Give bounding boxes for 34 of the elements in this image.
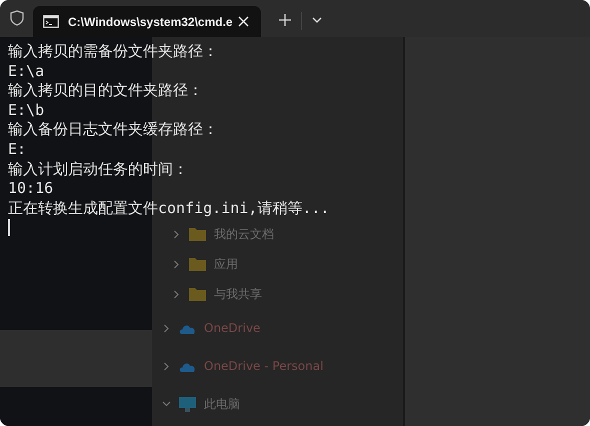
nav-item-label[interactable]: 此电脑 xyxy=(204,396,240,412)
chevron-right-icon[interactable] xyxy=(162,324,171,332)
chevron-right-icon[interactable] xyxy=(172,230,181,238)
console-output-line: 10:16 xyxy=(8,179,54,199)
nav-item-label[interactable]: 与我共享 xyxy=(214,286,262,302)
nav-item-label[interactable]: OneDrive - Personal xyxy=(204,359,324,373)
chevron-down-icon[interactable] xyxy=(162,400,171,408)
dropdown-chevron-icon[interactable] xyxy=(312,17,322,23)
cloud-icon xyxy=(179,360,196,372)
cloud-icon xyxy=(179,322,196,334)
console-output-line: E:\a xyxy=(8,62,44,82)
console-output-line: 输入计划启动任务的时间： xyxy=(8,160,188,180)
chevron-right-icon[interactable] xyxy=(172,290,181,298)
folder-icon xyxy=(189,287,206,301)
close-icon[interactable] xyxy=(238,16,249,27)
console-output-line: E:\b xyxy=(8,100,44,120)
folder-icon xyxy=(189,257,206,271)
chevron-right-icon[interactable] xyxy=(162,362,171,370)
shield-icon xyxy=(10,10,24,26)
nav-item-label[interactable]: 我的云文档 xyxy=(214,226,274,242)
console-icon xyxy=(43,15,59,28)
new-tab-icon[interactable] xyxy=(279,14,291,26)
console-output-line: 输入拷贝的目的文件夹路径： xyxy=(8,81,203,101)
tab[interactable]: C:\Windows\system32\cmd.e xyxy=(33,6,261,37)
console-output-line: 输入拷贝的需备份文件夹路径： xyxy=(8,42,218,62)
folder-icon xyxy=(189,227,206,241)
monitor-icon xyxy=(179,396,196,412)
console-output-line: E: xyxy=(8,140,26,160)
chevron-right-icon[interactable] xyxy=(172,260,181,268)
console-output-line: 输入备份日志文件夹缓存路径： xyxy=(8,120,218,140)
tab-title: C:\Windows\system32\cmd.e xyxy=(68,14,234,28)
console-output-line: 正在转换生成配置文件config.ini,请稍等... xyxy=(8,198,330,218)
nav-item-label[interactable]: OneDrive xyxy=(204,321,260,335)
nav-item-label[interactable]: 应用 xyxy=(214,256,238,272)
